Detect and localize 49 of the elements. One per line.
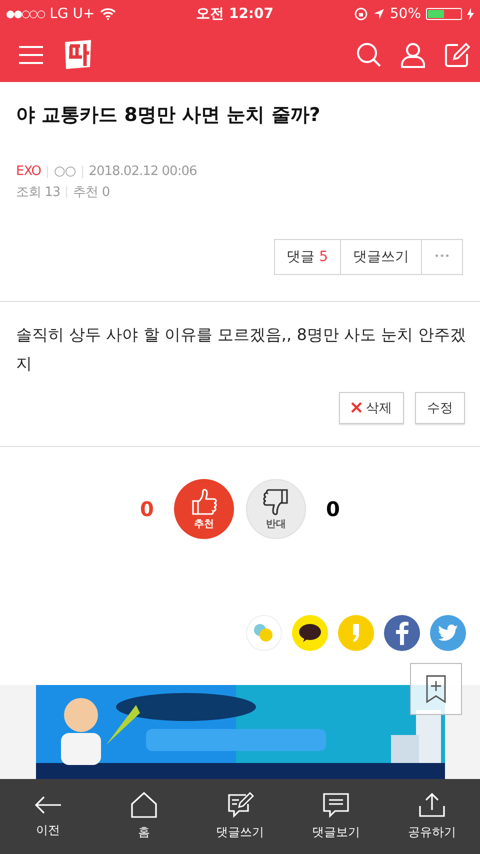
nav-tab[interactable]: 공유하기 xyxy=(387,792,477,841)
bookmark-plus-icon xyxy=(425,674,447,704)
search-icon[interactable] xyxy=(356,42,382,68)
location-icon xyxy=(372,8,385,20)
downvote-count: 0 xyxy=(325,497,341,521)
profile-icon[interactable] xyxy=(400,42,426,68)
nav-tab[interactable]: 댓글쓰기 xyxy=(195,792,285,841)
thumbs-down-icon xyxy=(261,487,291,517)
write-comment-button[interactable]: 댓글쓰기 xyxy=(340,239,422,275)
comment-icon xyxy=(322,792,350,818)
nav-tab[interactable]: 이전 xyxy=(3,794,93,839)
close-icon xyxy=(351,402,362,413)
battery-icon xyxy=(426,8,462,20)
carrier-text: LG U+ xyxy=(50,6,95,22)
post-title: 야 교통카드 8명만 사면 눈치 줄까? xyxy=(16,103,322,128)
bookmark-add-button[interactable] xyxy=(410,663,462,715)
back-arrow-icon xyxy=(33,794,63,816)
thumbs-up-icon xyxy=(189,487,219,517)
battery-percent: 50% xyxy=(390,6,421,22)
upvote-count: 0 xyxy=(139,497,155,521)
recommend-count: 0 xyxy=(102,184,110,200)
wifi-icon xyxy=(100,8,116,20)
recommend-label: 추천 xyxy=(73,184,98,201)
share-icon xyxy=(418,792,446,818)
nav-tab[interactable]: 홈 xyxy=(99,792,189,841)
delete-button[interactable]: 삭제 xyxy=(339,392,404,424)
facebook-icon[interactable] xyxy=(384,615,420,651)
post-date: 2018.02.12 00:06 xyxy=(88,164,197,179)
comment-text: 솔직히 상두 사야 할 이유를 모르겠음,, 8명만 사도 눈치 안주겠지 xyxy=(16,324,468,375)
views-count: 13 xyxy=(44,184,60,200)
comments-button[interactable]: 댓글 5 xyxy=(274,239,342,275)
upvote-button[interactable]: 추천 xyxy=(174,479,234,539)
write-comment-icon xyxy=(226,792,254,818)
clock-text: 오전 12:07 xyxy=(195,5,275,23)
views-label: 조회 xyxy=(16,184,41,201)
author-name[interactable]: EXO xyxy=(16,164,42,179)
logo-icon[interactable] xyxy=(62,39,94,71)
edit-button[interactable]: 수정 xyxy=(415,392,465,424)
twitter-icon[interactable] xyxy=(430,615,466,651)
charging-icon xyxy=(467,8,474,20)
downvote-button[interactable]: 반대 xyxy=(246,479,306,539)
signal-text: ●●○○○ xyxy=(6,8,45,20)
home-icon xyxy=(130,792,158,818)
edit-icon[interactable] xyxy=(444,42,470,68)
rotation-lock-icon xyxy=(354,7,368,21)
nav-tab[interactable]: 댓글보기 xyxy=(291,792,381,841)
menu-icon[interactable] xyxy=(18,45,44,65)
author-subname: ○○ xyxy=(54,164,76,179)
talk-icon[interactable] xyxy=(292,615,328,651)
